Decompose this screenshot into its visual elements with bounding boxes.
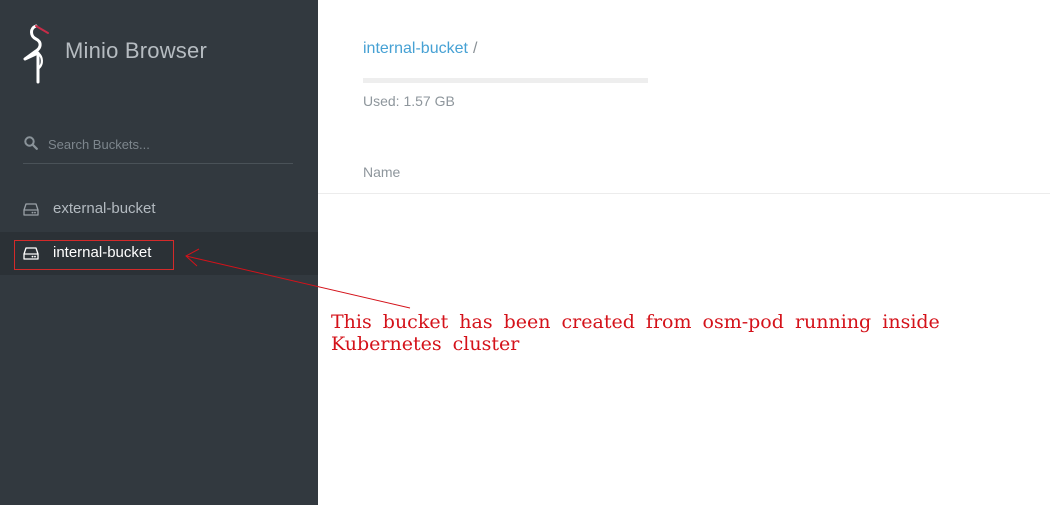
storage-usage-bar <box>363 78 648 83</box>
breadcrumb: internal-bucket / <box>363 40 477 58</box>
bucket-item-internal-bucket[interactable]: internal-bucket <box>0 232 318 275</box>
table-header: Name <box>318 150 1050 194</box>
drive-icon <box>23 247 39 260</box>
sidebar: Minio Browser external-bucket internal-b… <box>0 0 318 505</box>
bucket-label: internal-bucket <box>53 244 152 261</box>
main-panel: internal-bucket / Used: 1.57 GB Name <box>318 0 1050 505</box>
search-icon <box>24 136 38 150</box>
search-box <box>23 133 293 164</box>
breadcrumb-separator: / <box>472 40 478 57</box>
bucket-label: external-bucket <box>53 200 156 217</box>
storage-used-text: Used: 1.57 GB <box>363 93 455 109</box>
annotation-text: This bucket has been created from osm-po… <box>331 311 940 355</box>
search-input[interactable] <box>48 133 288 155</box>
column-header-name[interactable]: Name <box>363 164 400 180</box>
drive-icon <box>23 203 39 216</box>
breadcrumb-bucket-link[interactable]: internal-bucket <box>363 40 468 57</box>
app-title: Minio Browser <box>65 38 207 63</box>
bucket-item-external-bucket[interactable]: external-bucket <box>0 188 318 231</box>
minio-logo-icon <box>23 24 49 84</box>
